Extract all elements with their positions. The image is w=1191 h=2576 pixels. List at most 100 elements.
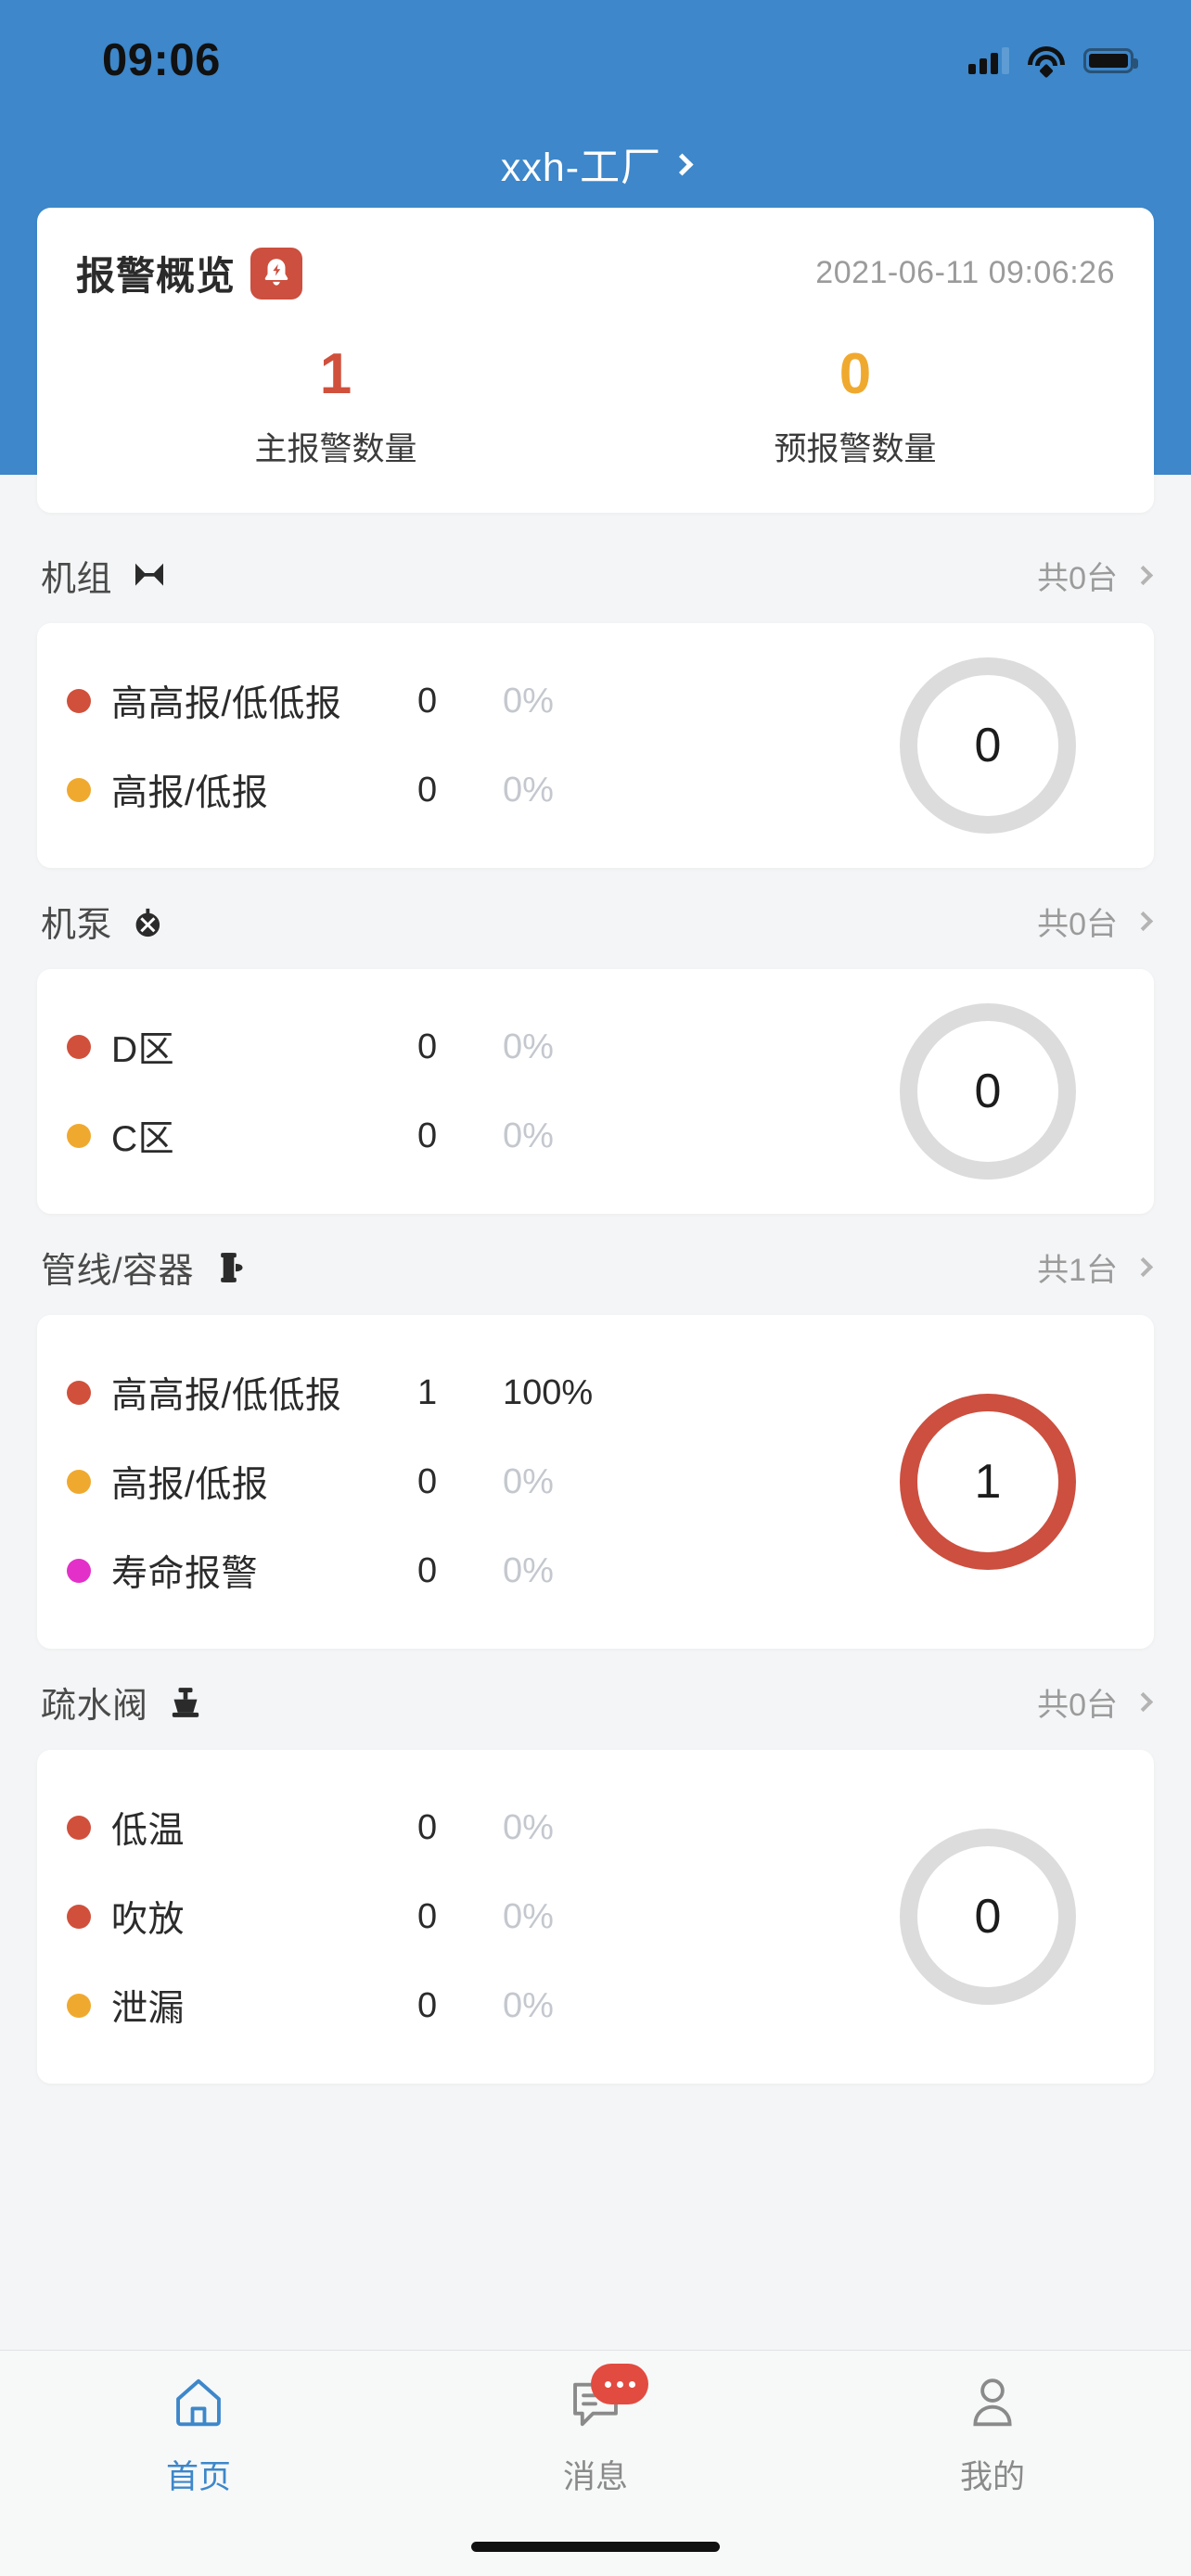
scroll-content[interactable]: 报警概览 2021-06-11 09:06:26 1 主报警数量 0 预报警数量… (0, 208, 1191, 2350)
battery-full-icon (1083, 47, 1138, 73)
section-header-right[interactable]: 共0台 (1037, 1679, 1154, 1725)
section-title: 疏水阀 (41, 1687, 148, 1727)
alarm-overview-timestamp: 2021-06-11 09:06:26 (815, 255, 1115, 290)
section-title: 机泵 (41, 906, 113, 946)
alarm-row-value: 0 (417, 770, 438, 810)
alarm-stat-list: 1 主报警数量 0 预报警数量 (76, 344, 1115, 470)
section-count: 共1台 (1037, 1253, 1118, 1289)
alarm-row-percent: 0% (503, 1985, 554, 2025)
section-count: 共0台 (1037, 561, 1118, 597)
alarm-overview-card: 报警概览 2021-06-11 09:06:26 1 主报警数量 0 预报警数量 (37, 208, 1154, 514)
section-header-right[interactable]: 共1台 (1037, 1244, 1154, 1290)
alarm-row[interactable]: 高高报/低低报 1 100% (67, 1348, 863, 1437)
alarm-row[interactable]: 泄漏 0 0% (67, 1961, 863, 2050)
status-bar-time: 09:06 (102, 35, 221, 85)
alarm-row-list: D区 0 0% C区 0 0% (67, 1002, 863, 1180)
section-header-right[interactable]: 共0台 (1037, 553, 1154, 598)
total-ring-value: 0 (974, 1890, 1002, 1945)
alarm-row-percent: 0% (503, 1896, 554, 1936)
alarm-row-percent: 0% (503, 770, 554, 810)
alarm-stat-main[interactable]: 1 主报警数量 (76, 344, 596, 470)
status-dot-red (67, 1905, 91, 1930)
alarm-row-value: 0 (417, 1807, 438, 1847)
alarm-row-value: 0 (417, 1896, 438, 1936)
tab-profile[interactable]: 我的 (794, 2367, 1191, 2517)
ellipsis-badge (591, 2364, 648, 2404)
tab-label: 首页 (165, 2459, 231, 2495)
status-dot-magenta (67, 1559, 91, 1584)
alarm-row[interactable]: D区 0 0% (67, 1002, 863, 1091)
alarm-row-percent: 0% (503, 681, 554, 721)
status-bar: 09:06 (0, 0, 1191, 121)
chevron-right-icon[interactable] (1133, 1691, 1154, 1713)
alarm-row-label: 寿命报警 (111, 1554, 259, 1595)
section-header-pipeline[interactable]: 管线/容器 共1台 (37, 1214, 1154, 1315)
home-indicator[interactable] (471, 2541, 720, 2552)
turbine-icon (131, 557, 168, 594)
alarm-stat-pre[interactable]: 0 预报警数量 (596, 344, 1115, 470)
section-title: 管线/容器 (41, 1252, 195, 1292)
alarm-row-label: C区 (111, 1119, 175, 1160)
bottom-tab-bar: 首页 消息 我的 (0, 2350, 1191, 2517)
tab-home[interactable]: 首页 (0, 2367, 397, 2517)
alarm-row[interactable]: 高高报/低低报 0 0% (67, 657, 863, 746)
section-count: 共0台 (1037, 907, 1118, 943)
alarm-stat-value: 1 (319, 342, 352, 406)
section-header-pump[interactable]: 机泵 共0台 (37, 868, 1154, 969)
status-dot-orange (67, 1994, 91, 2019)
page-title-bar[interactable]: xxh-工厂 (0, 121, 1191, 208)
alarm-overview-title: 报警概览 (76, 254, 237, 298)
status-bar-indicators (968, 46, 1138, 79)
section-card-pipeline: 高高报/低低报 1 100% 高报/低报 0 0% 寿命报警 0 0% 1 (37, 1315, 1154, 1650)
total-ring-wrap: 1 (863, 1394, 1113, 1571)
alarm-row[interactable]: 寿命报警 0 0% (67, 1526, 863, 1615)
total-ring: 1 (900, 1394, 1076, 1571)
status-dot-red (67, 1816, 91, 1841)
tab-messages[interactable]: 消息 (397, 2364, 794, 2517)
chevron-right-icon[interactable] (1133, 565, 1154, 586)
alarm-row[interactable]: 低温 0 0% (67, 1783, 863, 1872)
status-dot-red (67, 689, 91, 714)
total-ring: 0 (900, 1829, 1076, 2006)
total-ring-value: 0 (974, 719, 1002, 773)
app-screen: 09:06 xxh-工厂 报警概览 2021-06-11 09:06:26 1 … (0, 0, 1191, 2576)
section-header-right[interactable]: 共0台 (1037, 899, 1154, 944)
status-dot-orange (67, 778, 91, 803)
total-ring-wrap: 0 (863, 1003, 1113, 1180)
message-icon (567, 2364, 648, 2438)
chevron-right-icon[interactable] (1133, 911, 1154, 932)
total-ring: 0 (900, 657, 1076, 835)
alarm-stat-label: 主报警数量 (254, 431, 417, 468)
alarm-row[interactable]: 高报/低报 0 0% (67, 746, 863, 835)
section-card-pump: D区 0 0% C区 0 0% 0 (37, 969, 1154, 1215)
alarm-stat-value: 0 (839, 342, 872, 406)
alarm-row-value: 0 (417, 1116, 438, 1155)
steam-trap-valve-icon (167, 1684, 204, 1721)
alarm-row[interactable]: C区 0 0% (67, 1091, 863, 1180)
chevron-right-icon[interactable] (671, 152, 694, 176)
alarm-row-label: 泄漏 (111, 1989, 186, 2030)
alarm-row-value: 1 (417, 1372, 438, 1412)
alarm-row-label: 高高报/低低报 (111, 1376, 342, 1417)
alarm-row-percent: 0% (503, 1807, 554, 1847)
chevron-right-icon[interactable] (1133, 1256, 1154, 1278)
total-ring-wrap: 0 (863, 657, 1113, 835)
alarm-row-percent: 0% (503, 1116, 554, 1155)
alarm-row-value: 0 (417, 1550, 438, 1590)
alarm-row[interactable]: 吹放 0 0% (67, 1872, 863, 1961)
alarm-row-percent: 0% (503, 1027, 554, 1066)
alarm-row-label: 高报/低报 (111, 1465, 269, 1506)
alarm-row-label: 吹放 (111, 1900, 186, 1941)
alarm-row[interactable]: 高报/低报 0 0% (67, 1437, 863, 1526)
status-dot-red (67, 1035, 91, 1060)
alarm-row-list: 低温 0 0% 吹放 0 0% 泄漏 0 0% (67, 1783, 863, 2050)
home-indicator-area (0, 2517, 1191, 2576)
status-dot-red (67, 1381, 91, 1406)
total-ring-value: 0 (974, 1065, 1002, 1119)
section-count: 共0台 (1037, 1688, 1118, 1724)
alarm-stat-label: 预报警数量 (774, 431, 937, 468)
section-header-steamtrap[interactable]: 疏水阀 共0台 (37, 1649, 1154, 1750)
alarm-row-value: 0 (417, 1027, 438, 1066)
section-header-unit[interactable]: 机组 共0台 (37, 522, 1154, 623)
alarm-row-value: 0 (417, 1461, 438, 1501)
